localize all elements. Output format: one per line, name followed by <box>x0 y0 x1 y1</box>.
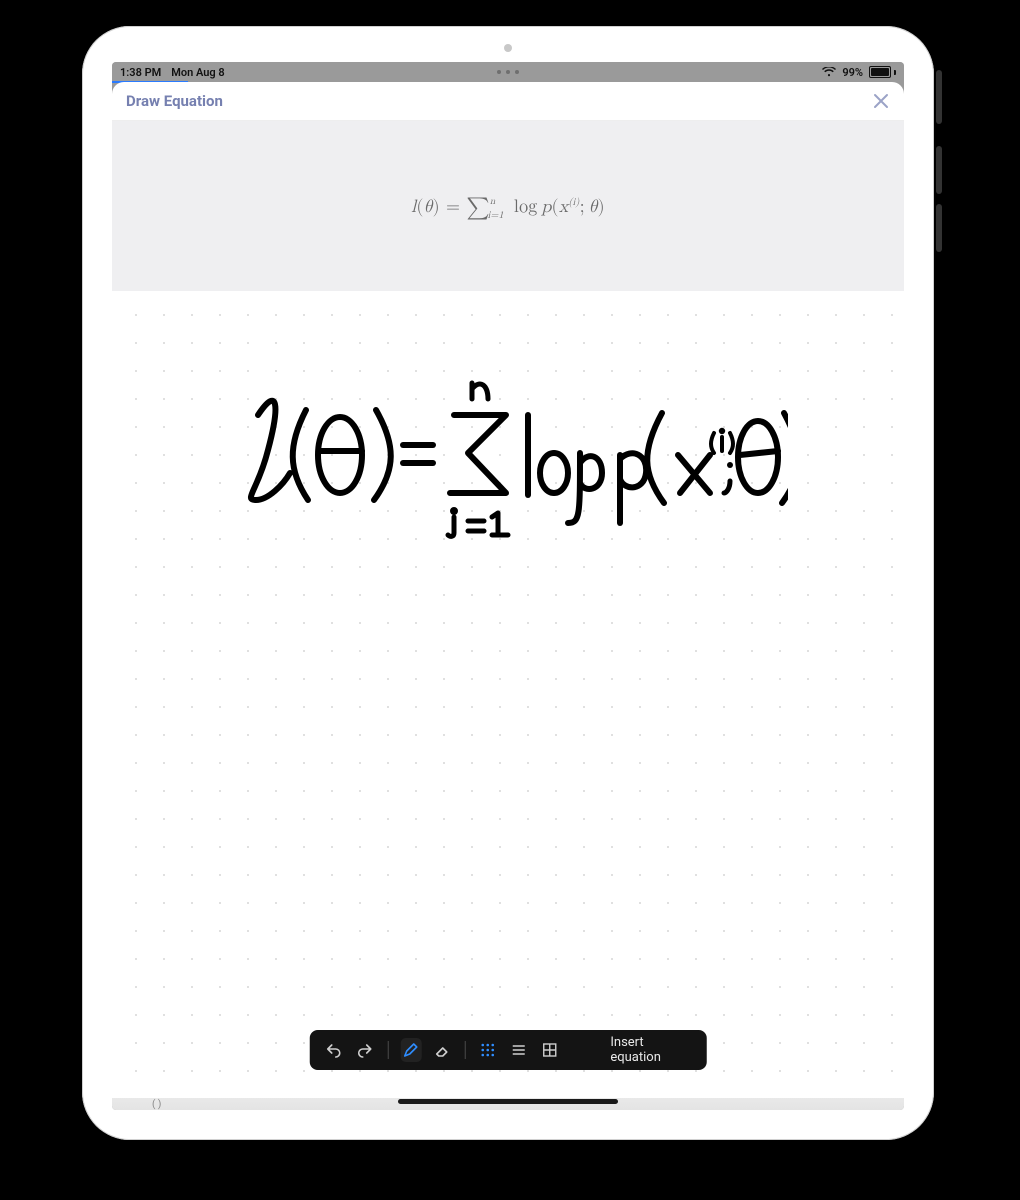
grid-squares-button[interactable] <box>539 1038 560 1062</box>
redo-button[interactable] <box>355 1038 376 1062</box>
insert-equation-button[interactable]: Insert equation <box>604 1035 692 1065</box>
status-time: 1:38 PM <box>120 66 161 79</box>
grid-dots-button[interactable] <box>477 1038 498 1062</box>
multitasking-dots-icon[interactable] <box>497 70 519 74</box>
grid-dots-icon <box>480 1042 496 1058</box>
modal-title: Draw Equation <box>126 92 223 110</box>
eraser-icon <box>434 1042 450 1058</box>
grid-squares-icon <box>541 1042 557 1058</box>
wifi-icon <box>822 67 836 77</box>
drawing-toolbar: Insert equation <box>310 1030 707 1070</box>
close-icon <box>872 92 890 110</box>
toolbar-divider <box>388 1041 389 1059</box>
undo-button[interactable] <box>324 1038 345 1062</box>
grid-lines-button[interactable] <box>508 1038 529 1062</box>
device-camera <box>504 44 512 52</box>
device-volume-down <box>936 204 942 252</box>
toolbar-divider <box>464 1041 465 1059</box>
redo-icon <box>357 1042 373 1058</box>
eraser-tool-button[interactable] <box>431 1038 452 1062</box>
handwritten-equation <box>228 355 788 545</box>
status-date: Mon Aug 8 <box>171 66 224 79</box>
device-volume-up <box>936 146 942 194</box>
device-power-button <box>936 70 942 124</box>
grid-lines-icon <box>511 1042 527 1058</box>
background-snippet: ( ) <box>152 1099 161 1110</box>
undo-icon <box>326 1042 342 1058</box>
pen-icon <box>403 1042 419 1058</box>
rendered-equation: l(θ) = ∑ni=1 log p(x(i); θ) <box>411 193 605 219</box>
status-bar: 1:38 PM Mon Aug 8 99% <box>112 62 904 82</box>
equation-preview-pane: l(θ) = ∑ni=1 log p(x(i); θ) <box>112 121 904 291</box>
battery-percent: 99% <box>842 66 863 79</box>
modal-header: Draw Equation <box>112 82 904 121</box>
close-button[interactable] <box>872 92 890 110</box>
drawing-canvas[interactable]: Insert equation <box>112 291 904 1098</box>
battery-icon <box>869 66 896 78</box>
device-frame: 1:38 PM Mon Aug 8 99% ( ) Dr <box>82 26 934 1140</box>
pen-tool-button[interactable] <box>400 1038 421 1062</box>
device-screen: 1:38 PM Mon Aug 8 99% ( ) Dr <box>112 62 904 1110</box>
home-indicator[interactable] <box>398 1099 618 1104</box>
draw-equation-modal: Draw Equation l(θ) = ∑ni=1 log p(x(i); θ… <box>112 82 904 1098</box>
